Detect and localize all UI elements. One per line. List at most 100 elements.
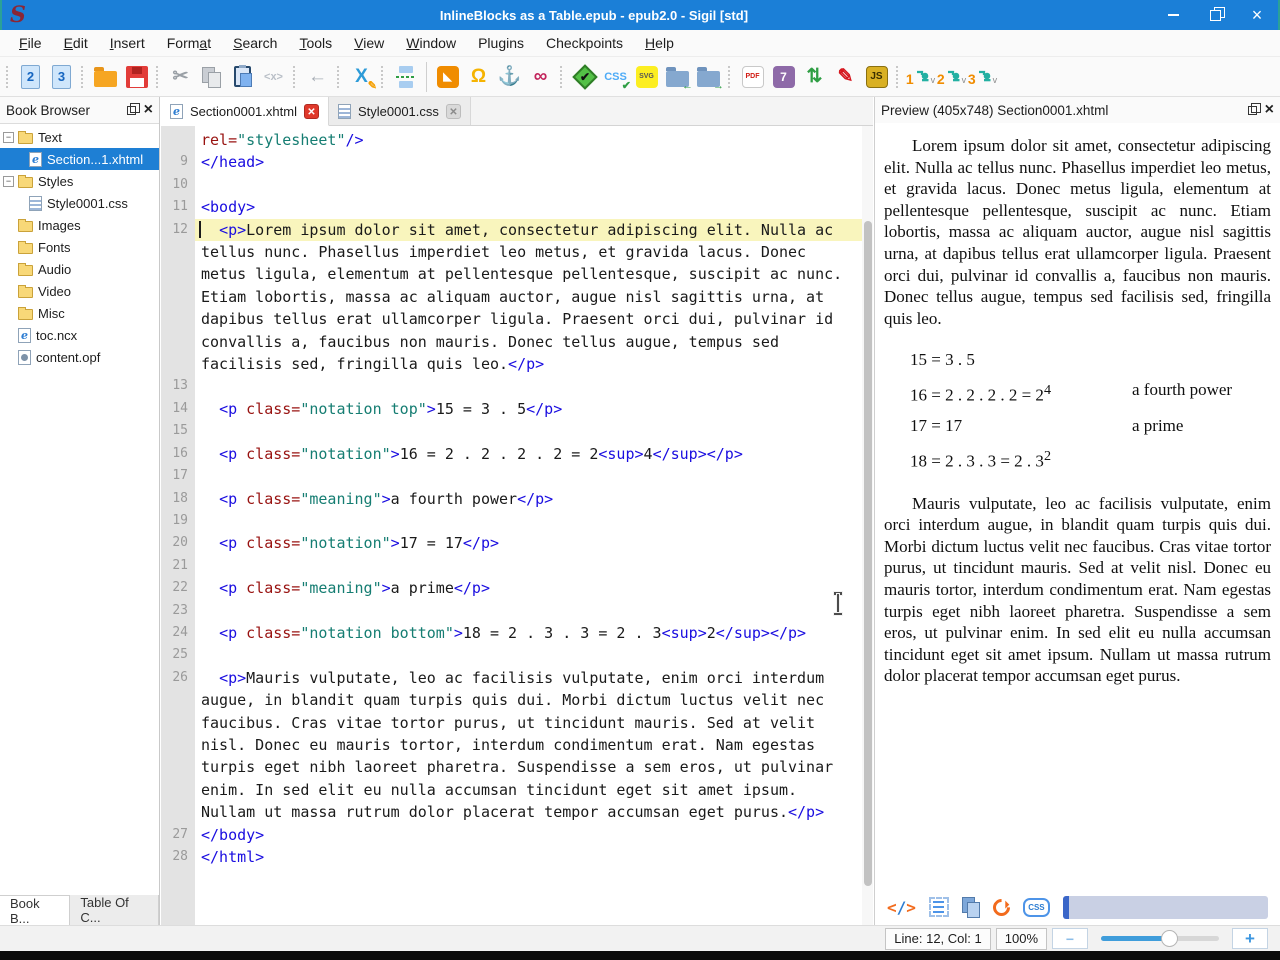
code-text[interactable]: [195, 555, 873, 577]
insert-image-button[interactable]: ◣: [432, 61, 463, 93]
new-epub2-button[interactable]: 2: [15, 61, 46, 93]
tree-item-label: Style0001.css: [47, 195, 128, 211]
tree-item-audio[interactable]: Audio: [0, 258, 159, 280]
code-text[interactable]: </head>: [195, 151, 873, 173]
quick-launch-plugin-1-button[interactable]: 1v: [905, 61, 936, 93]
dock-tab-book-b[interactable]: Book B...: [0, 895, 71, 926]
zoom-out-button[interactable]: −: [1052, 928, 1088, 949]
code-text[interactable]: [195, 465, 873, 487]
code-area[interactable]: rel="stylesheet"/> 9 </head> 10 11 <body> 12 <…: [161, 126, 873, 925]
code-text[interactable]: <body>: [195, 196, 873, 218]
code-view-icon[interactable]: </>: [887, 898, 916, 917]
tree-item-images[interactable]: Images: [0, 214, 159, 236]
swap-arrows-button[interactable]: ⇅: [799, 61, 830, 93]
editor-scrollbar-thumb[interactable]: [863, 221, 872, 886]
validate-css-button[interactable]: CSS ✔: [600, 61, 631, 93]
quick-launch-plugin-3-button[interactable]: 3v: [967, 61, 998, 93]
collapse-icon[interactable]: −: [3, 175, 14, 187]
maximize-button[interactable]: [1194, 0, 1236, 30]
undock-panel-icon[interactable]: [126, 102, 140, 115]
cut-button[interactable]: ✂: [165, 61, 196, 93]
menu-insert[interactable]: Insert: [99, 31, 156, 55]
menu-edit[interactable]: Edit: [53, 31, 99, 55]
close-tab-icon[interactable]: ✕: [445, 103, 461, 119]
code-tags-button[interactable]: <x>: [258, 61, 289, 93]
tree-item-style0001-css[interactable]: Style0001.css: [0, 192, 159, 214]
open-file-button[interactable]: [90, 61, 121, 93]
tab-style0001-css[interactable]: Style0001.css ✕: [328, 97, 471, 125]
refresh-css-icon[interactable]: CSS: [1022, 897, 1050, 917]
code-text[interactable]: <p>Lorem ipsum dolor sit amet, consectet…: [195, 218, 873, 376]
code-text[interactable]: <p class="notation">16 = 2 . 2 . 2 . 2 =…: [195, 443, 873, 465]
tree-item-toc-ncx[interactable]: toc.ncx: [0, 324, 159, 346]
copy-icon[interactable]: [961, 897, 980, 918]
menu-checkpoints[interactable]: Checkpoints: [535, 31, 634, 55]
code-text[interactable]: [195, 600, 873, 622]
copy-button[interactable]: [196, 61, 227, 93]
split-at-cursor-button[interactable]: [390, 61, 421, 93]
menu-window[interactable]: Window: [395, 31, 467, 55]
menu-format[interactable]: Format: [156, 31, 222, 55]
close-tab-icon[interactable]: ✕: [303, 103, 319, 119]
svg-check-button[interactable]: SVG: [631, 61, 662, 93]
zoom-slider-handle[interactable]: [1161, 930, 1179, 947]
code-text[interactable]: rel="stylesheet"/>: [195, 129, 873, 151]
close-button[interactable]: ×: [1236, 0, 1278, 30]
tree-item-section-1-xhtml[interactable]: Section...1.xhtml: [0, 148, 159, 170]
code-text[interactable]: [195, 510, 873, 532]
special-characters-button[interactable]: Ω: [463, 61, 494, 93]
pdf-plugin-button[interactable]: PDF: [737, 61, 768, 93]
tree-item-styles[interactable]: − Styles: [0, 170, 159, 192]
import-folder-button[interactable]: ←: [662, 61, 693, 93]
code-text[interactable]: </body>: [195, 824, 873, 846]
find-replace-button[interactable]: X ✎: [346, 61, 377, 93]
undock-preview-icon[interactable]: [1247, 102, 1261, 115]
undo-button[interactable]: ←: [302, 61, 333, 93]
plugin-7zip-button[interactable]: 7: [768, 61, 799, 93]
zoom-in-button[interactable]: +: [1232, 928, 1268, 949]
zoom-slider[interactable]: [1101, 930, 1219, 947]
code-text[interactable]: </html>: [195, 846, 873, 868]
menu-file[interactable]: File: [8, 31, 53, 55]
menu-plugins[interactable]: Plugins: [467, 31, 535, 55]
js-plugin-button[interactable]: JS: [861, 61, 892, 93]
code-text[interactable]: [195, 174, 873, 196]
code-text[interactable]: [195, 420, 873, 442]
minimize-button[interactable]: [1152, 0, 1194, 30]
insert-link-button[interactable]: ∞: [525, 61, 556, 93]
tree-item-content-opf[interactable]: content.opf: [0, 346, 159, 368]
code-text[interactable]: <p class="notation top">15 = 3 . 5</p>: [195, 398, 873, 420]
close-panel-icon[interactable]: ×: [144, 102, 153, 118]
tab-section0001-xhtml[interactable]: Section0001.xhtml ✕: [161, 97, 329, 126]
tree-item-video[interactable]: Video: [0, 280, 159, 302]
menu-view[interactable]: View: [343, 31, 395, 55]
code-text[interactable]: <p>Mauris vulputate, leo ac facilisis vu…: [195, 667, 873, 824]
code-text[interactable]: [195, 375, 873, 397]
menu-search[interactable]: Search: [222, 31, 288, 55]
save-button[interactable]: [121, 61, 152, 93]
refresh-icon[interactable]: [989, 894, 1014, 920]
code-line-23: 23: [161, 600, 873, 622]
code-text[interactable]: [195, 644, 873, 666]
menu-tools[interactable]: Tools: [288, 31, 343, 55]
close-preview-icon[interactable]: ×: [1265, 102, 1274, 118]
tree-item-text[interactable]: − Text: [0, 126, 159, 148]
new-epub3-button[interactable]: 3: [46, 61, 77, 93]
validate-epub-button[interactable]: ✔: [569, 61, 600, 93]
tree-item-misc[interactable]: Misc: [0, 302, 159, 324]
code-text[interactable]: <p class="meaning">a prime</p>: [195, 577, 873, 599]
dock-tab-table-of-c[interactable]: Table Of C...: [70, 895, 159, 925]
editor-scrollbar[interactable]: [862, 126, 873, 925]
select-all-icon[interactable]: [928, 897, 949, 917]
menu-help[interactable]: Help: [634, 31, 685, 55]
code-text[interactable]: <p class="meaning">a fourth power</p>: [195, 488, 873, 510]
quick-launch-plugin-2-button[interactable]: 2v: [936, 61, 967, 93]
collapse-icon[interactable]: −: [3, 131, 14, 143]
tree-item-fonts[interactable]: Fonts: [0, 236, 159, 258]
paste-button[interactable]: [227, 61, 258, 93]
code-text[interactable]: <p class="notation">17 = 17</p>: [195, 532, 873, 554]
red-pencil-button[interactable]: ✎: [830, 61, 861, 93]
code-text[interactable]: <p class="notation bottom">18 = 2 . 3 . …: [195, 622, 873, 644]
insert-anchor-button[interactable]: ⚓: [494, 61, 525, 93]
export-folder-button[interactable]: →: [693, 61, 724, 93]
